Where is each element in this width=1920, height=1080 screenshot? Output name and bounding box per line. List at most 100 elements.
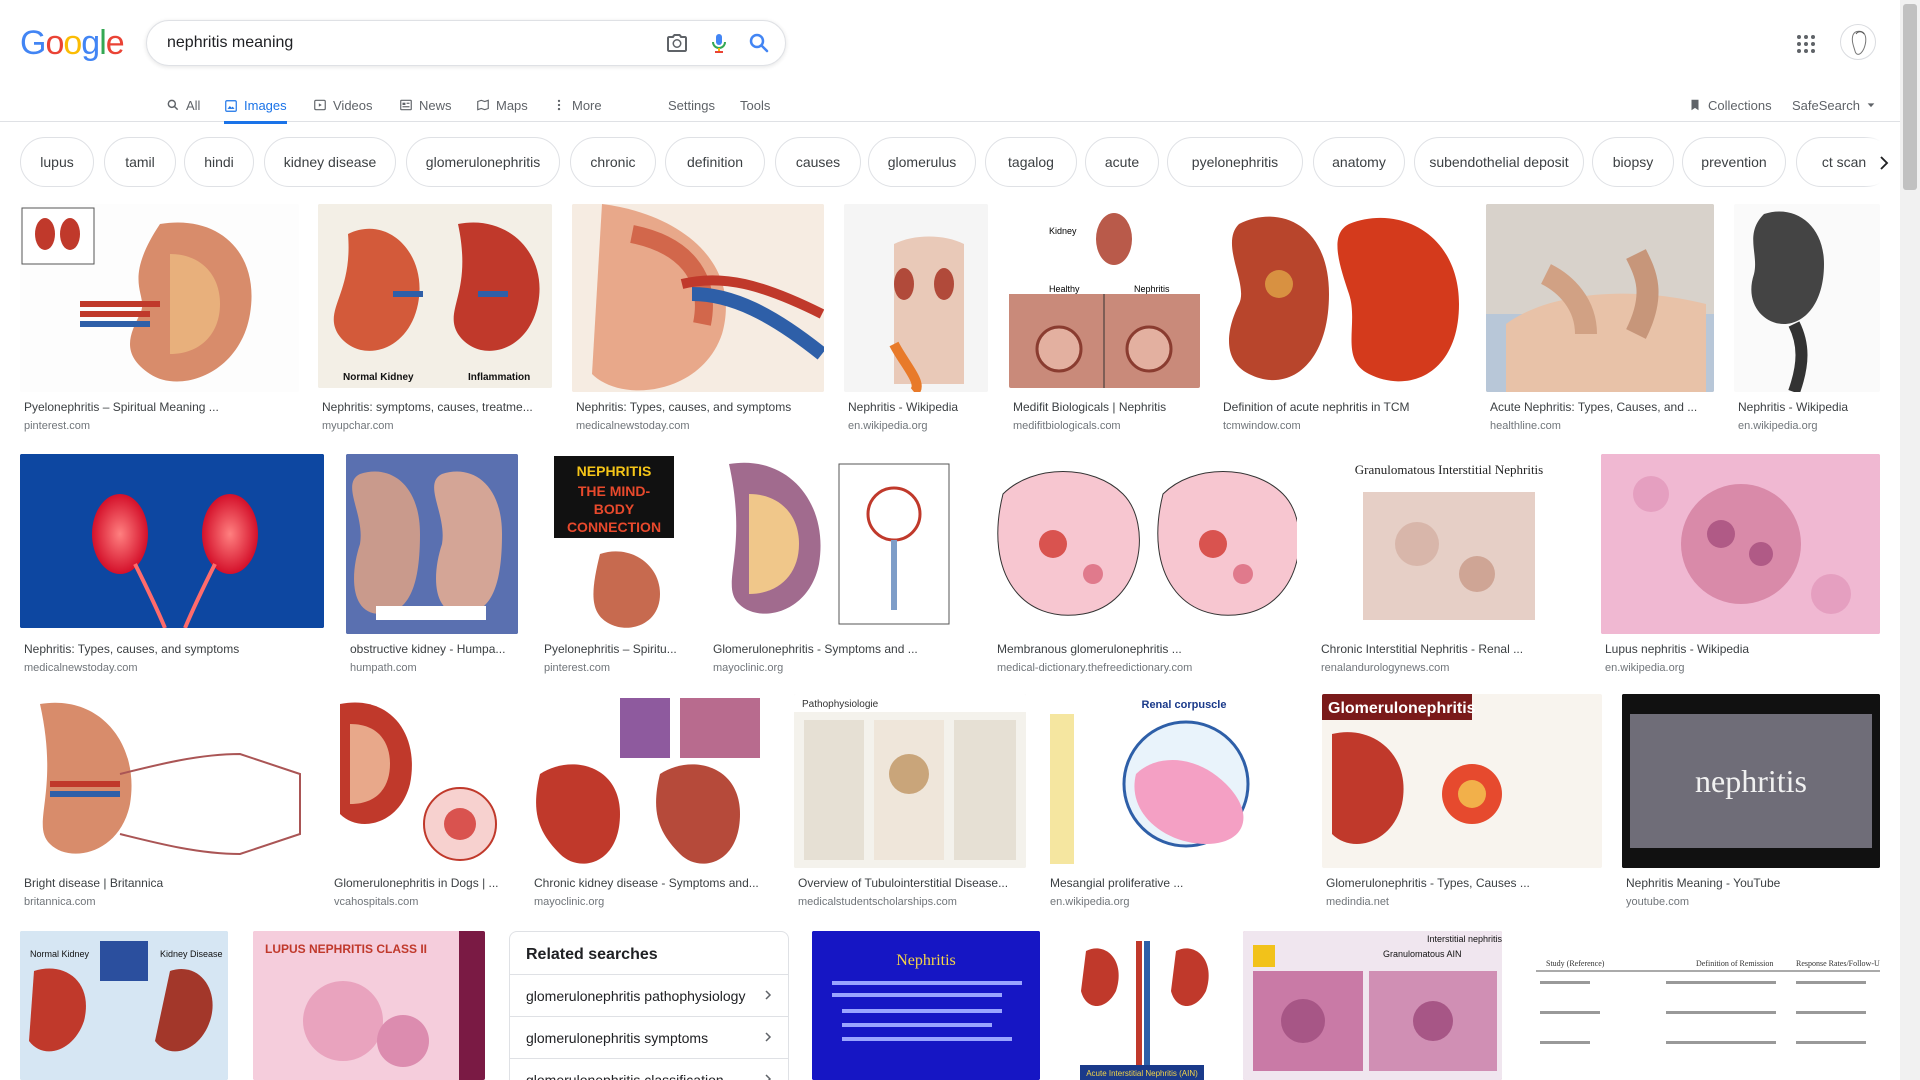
- chip[interactable]: biopsy: [1592, 137, 1674, 187]
- image-result[interactable]: LUPUS NEPHRITIS CLASS II: [253, 931, 485, 1080]
- logo-letter: e: [105, 24, 125, 62]
- kidney-diagram-image: [20, 204, 299, 392]
- chip[interactable]: kidney disease: [264, 137, 396, 187]
- chip-label: lupus: [40, 154, 74, 170]
- result-source: youtube.com: [1626, 896, 1689, 908]
- image-result[interactable]: Nephritis: Types, causes, and symptoms m…: [572, 204, 824, 434]
- microphone-icon[interactable]: [707, 31, 731, 55]
- image-result[interactable]: Nephritis: Types, causes, and symptoms m…: [20, 454, 324, 674]
- chip[interactable]: glomerulus: [868, 137, 976, 187]
- image-result[interactable]: Nephritis - Wikipedia en.wikipedia.org: [844, 204, 988, 434]
- image-result[interactable]: nephritis Nephritis Meaning - YouTube yo…: [1622, 694, 1880, 914]
- chevron-right-icon: [765, 1032, 772, 1042]
- image-result[interactable]: Glomerulonephritis - Symptoms and ... ma…: [709, 454, 973, 674]
- scrollbar-thumb[interactable]: [1903, 4, 1917, 190]
- image-result[interactable]: Chronic kidney disease - Symptoms and...…: [530, 694, 774, 914]
- chevron-right-icon: [1880, 156, 1889, 170]
- chip[interactable]: tamil: [104, 137, 176, 187]
- collections-link[interactable]: Collections: [1688, 90, 1772, 120]
- chip[interactable]: pyelonephritis: [1167, 137, 1303, 187]
- thumb-label: Interstitial nephritis: [1427, 934, 1502, 944]
- image-result[interactable]: Nephritis: [812, 931, 1040, 1080]
- image-result[interactable]: Nephritis - Wikipedia en.wikipedia.org: [1734, 204, 1880, 434]
- image-result[interactable]: obstructive kidney - Humpa... humpath.co…: [346, 454, 518, 674]
- chip[interactable]: acute: [1085, 137, 1159, 187]
- image-result[interactable]: Glomerulonephritis in Dogs | ... vcahosp…: [330, 694, 510, 914]
- apps-grid-icon[interactable]: [1794, 32, 1818, 56]
- image-result[interactable]: Bright disease | Britannica britannica.c…: [20, 694, 310, 914]
- tab-maps[interactable]: Maps: [476, 90, 528, 120]
- result-title: Nephritis: Types, causes, and symptoms: [24, 642, 240, 656]
- chips-next-button[interactable]: [1864, 137, 1904, 189]
- result-title: Glomerulonephritis - Types, Causes ...: [1326, 876, 1530, 890]
- page-scrollbar[interactable]: [1900, 0, 1920, 1080]
- result-source: medifitbiologicals.com: [1013, 420, 1121, 432]
- collections-label: Collections: [1708, 97, 1772, 113]
- chip-label: acute: [1104, 154, 1140, 170]
- tab-news[interactable]: News: [399, 90, 452, 120]
- tab-all[interactable]: All: [166, 90, 200, 120]
- image-result[interactable]: NEPHRITIS THE MIND- BODY CONNECTION Pyelone…: [540, 454, 690, 674]
- thumb-label: Inflammation: [468, 372, 530, 383]
- google-logo[interactable]: Google: [20, 24, 125, 63]
- image-result[interactable]: Definition of acute nephritis in TCM tcm…: [1219, 204, 1466, 434]
- settings-link[interactable]: Settings: [668, 90, 715, 120]
- account-avatar[interactable]: [1840, 24, 1876, 60]
- video-icon: [314, 99, 326, 111]
- thumb-label: Kidney: [1049, 226, 1077, 236]
- chip[interactable]: anatomy: [1313, 137, 1405, 187]
- remission-table-image: Study (Reference) Definition of Remission…: [1526, 931, 1880, 1080]
- chip[interactable]: lupus: [20, 137, 94, 187]
- image-result[interactable]: Study (Reference) Definition of Remission…: [1526, 931, 1880, 1080]
- image-result[interactable]: Normal Kidney Inflammation Nephritis: sym…: [318, 204, 552, 434]
- tools-link[interactable]: Tools: [740, 90, 770, 120]
- tab-more[interactable]: More: [552, 90, 602, 120]
- image-result[interactable]: Acute Interstitial Nephritis (AIN): [1066, 931, 1218, 1080]
- chip[interactable]: hindi: [184, 137, 254, 187]
- image-result[interactable]: Lupus nephritis - Wikipedia en.wikipedia…: [1601, 454, 1880, 674]
- image-result[interactable]: Membranous glomerulonephritis ... medica…: [993, 454, 1297, 674]
- chip[interactable]: causes: [775, 137, 861, 187]
- related-search-item[interactable]: glomerulonephritis classification: [510, 1058, 788, 1080]
- tab-images[interactable]: Images: [224, 90, 287, 124]
- image-result[interactable]: Granulomatous Interstitial Nephritis Chr…: [1317, 454, 1581, 674]
- image-result[interactable]: Interstitial nephritis Granulomatous AIN: [1243, 931, 1502, 1080]
- search-box: [146, 20, 786, 66]
- thumb-label: BODY: [594, 501, 635, 517]
- back-pain-photo: [1486, 204, 1714, 392]
- chip[interactable]: tagalog: [985, 137, 1077, 187]
- result-title: Chronic kidney disease - Symptoms and...: [534, 876, 759, 890]
- tab-videos[interactable]: Videos: [313, 90, 373, 120]
- chip[interactable]: glomerulonephritis: [406, 137, 560, 187]
- result-thumbnail: [330, 694, 510, 868]
- chip[interactable]: chronic: [570, 137, 656, 187]
- result-thumbnail: Acute Interstitial Nephritis (AIN): [1066, 931, 1218, 1080]
- image-result[interactable]: Glomerulonephritis Glomerulonephritis - …: [1322, 694, 1602, 914]
- search-input[interactable]: [167, 31, 627, 55]
- nephritis-diagram-image: Kidney Healthy Nephritis: [1009, 204, 1200, 388]
- result-thumbnail: [572, 204, 824, 392]
- camera-icon[interactable]: [665, 31, 689, 55]
- related-search-item[interactable]: glomerulonephritis pathophysiology: [510, 974, 788, 1016]
- safesearch-menu[interactable]: SafeSearch: [1792, 90, 1876, 120]
- image-result[interactable]: Pyelonephritis – Spiritual Meaning ... p…: [20, 204, 299, 434]
- lupus-nephritis-histology-image: [1601, 454, 1880, 634]
- image-result[interactable]: Pathophysiologie Overview of Tubulointer…: [794, 694, 1026, 914]
- chip[interactable]: subendothelial deposit: [1414, 137, 1584, 187]
- related-search-item[interactable]: glomerulonephritis symptoms: [510, 1016, 788, 1058]
- chip[interactable]: definition: [665, 137, 765, 187]
- result-thumbnail: [346, 454, 518, 634]
- result-title: Glomerulonephritis in Dogs | ...: [334, 876, 499, 890]
- settings-label: Settings: [668, 97, 715, 113]
- image-result[interactable]: Kidney Healthy Nephritis Medifit Biologica…: [1009, 204, 1200, 434]
- search-icon[interactable]: [747, 31, 771, 55]
- chip-label: anatomy: [1332, 154, 1386, 170]
- image-result[interactable]: Normal Kidney Kidney Disease: [20, 931, 228, 1080]
- chip[interactable]: prevention: [1682, 137, 1786, 187]
- result-thumbnail: Glomerulonephritis: [1322, 694, 1602, 868]
- acute-interstitial-nephritis-image: Acute Interstitial Nephritis (AIN): [1066, 931, 1218, 1080]
- nephritis-slide-image: Nephritis: [812, 931, 1040, 1080]
- image-result[interactable]: Renal corpuscle Mesangial proliferative …: [1046, 694, 1302, 914]
- image-result[interactable]: Acute Nephritis: Types, Causes, and ... …: [1486, 204, 1714, 434]
- result-thumbnail: [20, 694, 310, 868]
